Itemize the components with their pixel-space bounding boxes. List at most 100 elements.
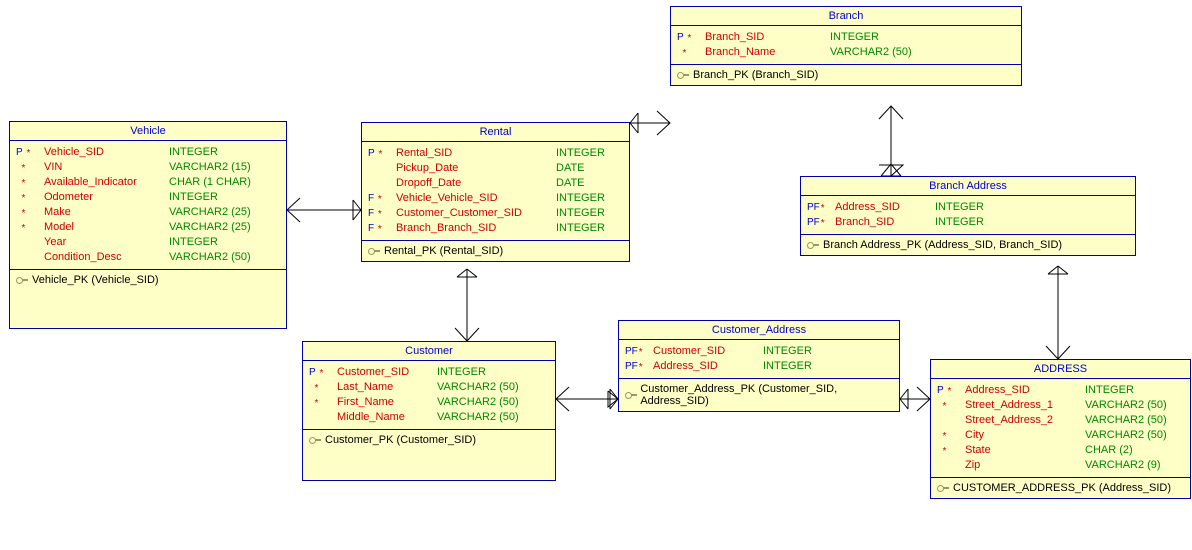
column-name: First_Name <box>337 395 437 410</box>
column-name: Condition_Desc <box>44 250 169 265</box>
key-icon <box>625 391 636 399</box>
column-name: State <box>965 443 1085 458</box>
column-row: *Last_NameVARCHAR2 (50) <box>309 380 549 395</box>
column-flags: P * <box>937 383 965 398</box>
column-name: Address_SID <box>965 383 1085 398</box>
column-name: Customer_SID <box>653 344 763 359</box>
column-type: INTEGER <box>556 191 605 206</box>
key-icon <box>807 241 819 249</box>
column-type: CHAR (1 CHAR) <box>169 175 251 190</box>
entity-title: Customer_Address <box>619 321 899 340</box>
column-type: VARCHAR2 (50) <box>1085 413 1167 428</box>
column-row: Condition_DescVARCHAR2 (50) <box>16 250 280 265</box>
column-name: Available_Indicator <box>44 175 169 190</box>
column-name: Zip <box>965 458 1085 473</box>
column-type: VARCHAR2 (9) <box>1085 458 1161 473</box>
entity-columns: P *Rental_SIDINTEGERPickup_DateDATEDropo… <box>362 142 629 240</box>
column-name: Branch_Name <box>705 45 830 60</box>
column-row: *OdometerINTEGER <box>16 190 280 205</box>
column-name: Year <box>44 235 169 250</box>
column-flags: PF* <box>625 344 653 359</box>
column-row: F *Branch_Branch_SIDINTEGER <box>368 221 623 236</box>
entity-vehicle[interactable]: Vehicle P *Vehicle_SIDINTEGER *VINVARCHA… <box>9 121 287 329</box>
column-row: PF*Address_SIDINTEGER <box>625 359 893 374</box>
column-flags: * <box>937 443 965 458</box>
entity-customer-address[interactable]: Customer_Address PF*Customer_SIDINTEGERP… <box>618 320 900 412</box>
column-name: Branch_SID <box>705 30 830 45</box>
column-type: DATE <box>556 176 585 191</box>
column-type: INTEGER <box>935 200 984 215</box>
column-name: Pickup_Date <box>396 161 556 176</box>
column-name: Rental_SID <box>396 146 556 161</box>
entity-branch[interactable]: Branch P *Branch_SIDINTEGER *Branch_Name… <box>670 6 1022 86</box>
key-icon <box>937 484 949 492</box>
column-row: F *Customer_Customer_SIDINTEGER <box>368 206 623 221</box>
column-row: Street_Address_2VARCHAR2 (50) <box>937 413 1184 428</box>
column-name: Branch_SID <box>835 215 935 230</box>
column-name: Model <box>44 220 169 235</box>
entity-title: Rental <box>362 123 629 142</box>
column-row: P *Branch_SIDINTEGER <box>677 30 1015 45</box>
entity-branch-address[interactable]: Branch Address PF*Address_SIDINTEGERPF*B… <box>800 176 1136 256</box>
entity-title: ADDRESS <box>931 360 1190 379</box>
column-row: *First_NameVARCHAR2 (50) <box>309 395 549 410</box>
column-flags: * <box>937 428 965 443</box>
entity-title: Branch <box>671 7 1021 26</box>
column-name: Odometer <box>44 190 169 205</box>
entity-customer[interactable]: Customer P *Customer_SIDINTEGER *Last_Na… <box>302 341 556 481</box>
column-type: CHAR (2) <box>1085 443 1133 458</box>
column-row: PF*Customer_SIDINTEGER <box>625 344 893 359</box>
entity-pk: CUSTOMER_ADDRESS_PK (Address_SID) <box>931 477 1190 498</box>
column-name: City <box>965 428 1085 443</box>
column-flags: F * <box>368 206 396 221</box>
column-flags: * <box>309 380 337 395</box>
entity-columns: PF*Customer_SIDINTEGERPF*Address_SIDINTE… <box>619 340 899 378</box>
column-type: INTEGER <box>437 365 486 380</box>
entity-title: Vehicle <box>10 122 286 141</box>
column-row: *ModelVARCHAR2 (25) <box>16 220 280 235</box>
column-row: *Branch_NameVARCHAR2 (50) <box>677 45 1015 60</box>
column-type: VARCHAR2 (25) <box>169 220 251 235</box>
entity-columns: P *Branch_SIDINTEGER *Branch_NameVARCHAR… <box>671 26 1021 64</box>
column-flags: * <box>16 190 44 205</box>
column-type: VARCHAR2 (50) <box>169 250 251 265</box>
entity-pk: Customer_PK (Customer_SID) <box>303 429 555 450</box>
column-name: Customer_SID <box>337 365 437 380</box>
column-row: Middle_NameVARCHAR2 (50) <box>309 410 549 425</box>
column-flags: * <box>677 45 705 60</box>
key-icon <box>677 71 689 79</box>
column-type: VARCHAR2 (50) <box>437 410 519 425</box>
column-name: Last_Name <box>337 380 437 395</box>
column-flags: PF* <box>807 215 835 230</box>
column-type: VARCHAR2 (50) <box>437 395 519 410</box>
key-icon <box>16 276 28 284</box>
entity-rental[interactable]: Rental P *Rental_SIDINTEGERPickup_DateDA… <box>361 122 630 262</box>
entity-columns: P *Customer_SIDINTEGER *Last_NameVARCHAR… <box>303 361 555 429</box>
column-row: ZipVARCHAR2 (9) <box>937 458 1184 473</box>
column-flags: * <box>937 398 965 413</box>
column-row: P *Vehicle_SIDINTEGER <box>16 145 280 160</box>
column-type: INTEGER <box>169 145 218 160</box>
column-flags: * <box>16 205 44 220</box>
column-row: YearINTEGER <box>16 235 280 250</box>
column-name: VIN <box>44 160 169 175</box>
entity-address[interactable]: ADDRESS P *Address_SIDINTEGER *Street_Ad… <box>930 359 1191 499</box>
column-type: VARCHAR2 (50) <box>1085 428 1167 443</box>
column-name: Make <box>44 205 169 220</box>
entity-columns: PF*Address_SIDINTEGERPF*Branch_SIDINTEGE… <box>801 196 1135 234</box>
column-flags: F * <box>368 191 396 206</box>
column-type: INTEGER <box>935 215 984 230</box>
column-row: *Street_Address_1VARCHAR2 (50) <box>937 398 1184 413</box>
column-type: DATE <box>556 161 585 176</box>
column-flags: * <box>309 395 337 410</box>
column-flags: PF* <box>807 200 835 215</box>
column-name: Branch_Branch_SID <box>396 221 556 236</box>
entity-pk: Vehicle_PK (Vehicle_SID) <box>10 269 286 290</box>
entity-title: Customer <box>303 342 555 361</box>
column-type: INTEGER <box>763 359 812 374</box>
column-row: *MakeVARCHAR2 (25) <box>16 205 280 220</box>
column-type: INTEGER <box>1085 383 1134 398</box>
entity-pk: Customer_Address_PK (Customer_SID, Addre… <box>619 378 899 411</box>
column-type: INTEGER <box>556 221 605 236</box>
column-type: VARCHAR2 (15) <box>169 160 251 175</box>
